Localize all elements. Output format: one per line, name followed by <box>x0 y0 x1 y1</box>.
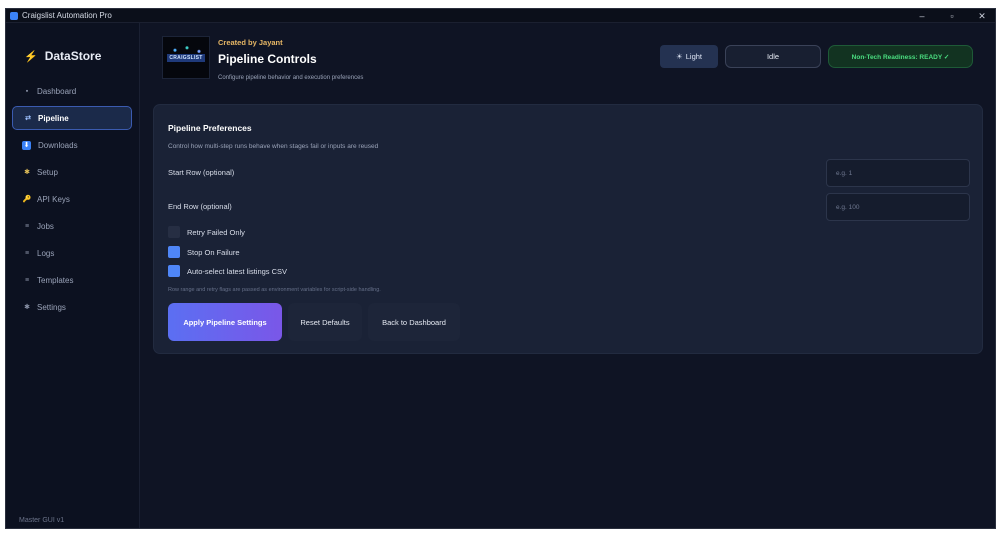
sidebar-item-dashboard[interactable]: ▪ Dashboard <box>12 79 132 103</box>
sidebar-item-jobs[interactable]: ≡ Jobs <box>12 214 132 238</box>
readiness-badge: Non-Tech Readiness: READY ✓ <box>828 45 973 68</box>
created-by: Created by Jayant <box>218 38 283 47</box>
sun-icon: ☀ <box>676 52 683 61</box>
page-title: Pipeline Controls <box>218 52 317 66</box>
sidebar-item-label: Downloads <box>38 140 78 150</box>
sidebar-item-label: Pipeline <box>38 113 69 123</box>
sidebar-nav: ▪ Dashboard ⇄ Pipeline ⬇ Downloads ✱ Set… <box>12 79 132 322</box>
card-title: Pipeline Preferences <box>168 123 252 133</box>
sidebar-item-pipeline[interactable]: ⇄ Pipeline <box>12 106 132 130</box>
sidebar-item-setup[interactable]: ✱ Setup <box>12 160 132 184</box>
sidebar-item-label: Setup <box>37 167 58 177</box>
end-row-input[interactable] <box>826 193 970 221</box>
app-icon <box>10 11 18 20</box>
reset-defaults-button[interactable]: Reset Defaults <box>288 303 362 341</box>
sidebar-item-downloads[interactable]: ⬇ Downloads <box>12 133 132 157</box>
sidebar: ⚡ DataStore ▪ Dashboard ⇄ Pipeline ⬇ Dow… <box>6 23 140 528</box>
title-bar: Craigslist Automation Pro – ▫ ✕ <box>6 9 995 23</box>
checkbox-label: Auto-select latest listings CSV <box>187 266 288 276</box>
sidebar-item-label: Settings <box>37 302 66 312</box>
craigslist-logo: CRAIGSLIST <box>162 36 210 79</box>
settings-gear-icon: ✱ <box>24 304 30 311</box>
bolt-icon: ⚡ <box>24 50 38 63</box>
dashboard-icon: ▪ <box>25 87 29 95</box>
brand: ⚡ DataStore <box>24 49 101 63</box>
start-row-input[interactable] <box>826 159 970 187</box>
auto-select-csv-checkbox[interactable]: Auto-select latest listings CSV <box>168 265 287 277</box>
minimize-icon[interactable]: – <box>907 9 937 23</box>
brand-name: DataStore <box>44 49 102 63</box>
pipeline-preferences-card: Pipeline Preferences Control how multi-s… <box>153 104 983 354</box>
pipeline-icon: ⇄ <box>25 115 31 122</box>
download-icon: ⬇ <box>22 140 31 150</box>
start-row-label: Start Row (optional) <box>168 168 235 177</box>
sidebar-item-settings[interactable]: ✱ Settings <box>12 295 132 319</box>
stop-on-failure-checkbox[interactable]: Stop On Failure <box>168 246 240 258</box>
sidebar-item-templates[interactable]: ≡ Templates <box>12 268 132 292</box>
theme-toggle-label: Light <box>685 52 702 61</box>
retry-failed-only-checkbox[interactable]: Retry Failed Only <box>168 226 245 238</box>
sidebar-item-label: Logs <box>37 248 55 258</box>
hint-text: Row range and retry flags are passed as … <box>168 287 381 293</box>
sidebar-item-api-keys[interactable]: 🔑 API Keys <box>12 187 132 211</box>
apply-pipeline-settings-button[interactable]: Apply Pipeline Settings <box>168 303 282 341</box>
setup-gear-icon: ✱ <box>24 169 30 176</box>
page-subtitle: Configure pipeline behavior and executio… <box>218 75 364 81</box>
end-row-label: End Row (optional) <box>168 202 232 211</box>
checkbox-label: Retry Failed Only <box>187 227 245 237</box>
checkbox-box[interactable] <box>168 226 180 238</box>
window-title: Craigslist Automation Pro <box>22 11 112 20</box>
close-icon[interactable]: ✕ <box>967 9 995 23</box>
card-subtitle: Control how multi-step runs behave when … <box>168 143 379 150</box>
key-icon: 🔑 <box>22 196 32 203</box>
sidebar-item-label: Jobs <box>37 221 54 231</box>
templates-icon: ≡ <box>24 276 30 284</box>
checkbox-box[interactable] <box>168 246 180 258</box>
sidebar-item-logs[interactable]: ≡ Logs <box>12 241 132 265</box>
maximize-icon[interactable]: ▫ <box>937 9 967 23</box>
sidebar-item-label: Templates <box>37 275 74 285</box>
sidebar-item-label: Dashboard <box>37 86 77 96</box>
jobs-icon: ≡ <box>24 222 30 230</box>
version-label: Master GUI v1 <box>19 517 65 524</box>
sidebar-item-label: API Keys <box>37 194 70 204</box>
back-to-dashboard-button[interactable]: Back to Dashboard <box>368 303 460 341</box>
theme-toggle-button[interactable]: ☀ Light <box>660 45 718 68</box>
logs-icon: ≡ <box>24 249 30 257</box>
checkbox-label: Stop On Failure <box>187 247 240 257</box>
status-indicator: Idle <box>725 45 821 68</box>
checkbox-box[interactable] <box>168 265 180 277</box>
